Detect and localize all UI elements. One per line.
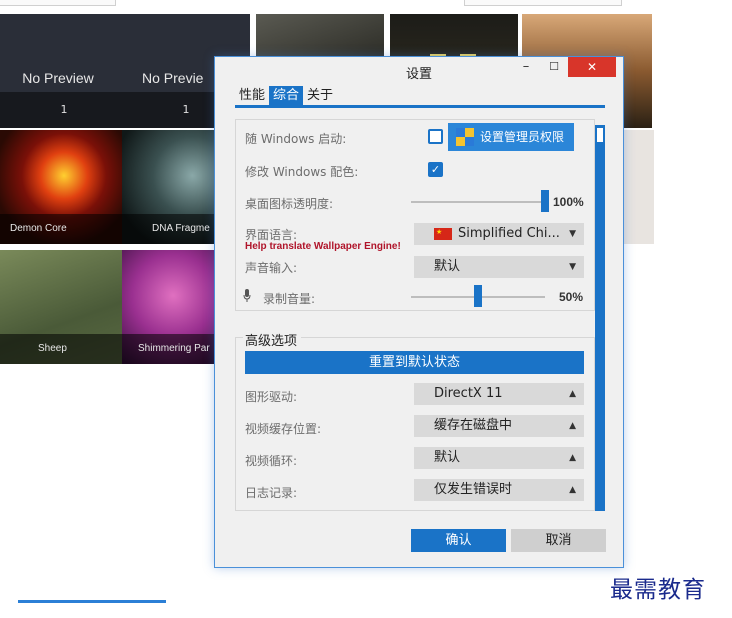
tile-caption: Sheep [0, 334, 128, 364]
loop-value: 默认 [434, 450, 461, 465]
graphics-select[interactable]: DirectX 11 ▲ [414, 383, 584, 405]
log-select[interactable]: 仅发生错误时 ▲ [414, 479, 584, 501]
china-flag-icon: ★ [434, 228, 452, 240]
tab-performance[interactable]: 性能 [235, 86, 269, 106]
bottom-progress-line [18, 600, 166, 603]
audio-input-label: 声音输入: [245, 261, 298, 275]
icon-opacity-track[interactable] [411, 201, 545, 203]
chevron-down-icon: ▼ [569, 262, 576, 272]
wallpaper-tile-no-preview-1[interactable]: No Preview 1 [0, 14, 128, 128]
tile-count: 1 [0, 92, 128, 128]
advanced-section-title: 高级选项 [243, 330, 302, 349]
app-window: No Preview 1 No Previe 1 Demon Core DNA … [0, 0, 732, 618]
record-volume-label: 录制音量: [263, 292, 316, 306]
language-value: Simplified Chi... [458, 226, 560, 241]
cancel-button[interactable]: 取消 [511, 529, 606, 552]
cache-select[interactable]: 缓存在磁盘中 ▲ [414, 415, 584, 437]
icon-opacity-label: 桌面图标透明度: [245, 197, 334, 211]
uac-shield-icon [456, 128, 474, 146]
tab-about[interactable]: 关于 [303, 86, 337, 106]
cache-label: 视频缓存位置: [245, 422, 322, 436]
chevron-up-icon: ▲ [569, 485, 576, 495]
wallpaper-tile-sheep[interactable]: Sheep [0, 250, 128, 364]
icon-opacity-slider-thumb[interactable] [541, 190, 549, 212]
set-admin-button[interactable]: 设置管理员权限 [448, 123, 574, 151]
record-volume-value: 50% [559, 290, 584, 304]
translate-link[interactable]: Help translate Wallpaper Engine! [245, 241, 401, 252]
scrollbar[interactable] [595, 125, 605, 511]
settings-dialog: 设置 – ☐ ✕ 性能 综合 关于 随 Windows 启动: 设置管理员权限 [214, 56, 624, 568]
settings-tabs: 性能 综合 关于 [235, 86, 337, 106]
tile-caption: Demon Core [0, 214, 128, 244]
graphics-value: DirectX 11 [434, 386, 503, 401]
tab-general[interactable]: 综合 [269, 86, 304, 106]
log-label: 日志记录: [245, 486, 298, 500]
top-tab-left[interactable] [0, 0, 116, 6]
color-label: 修改 Windows 配色: [245, 165, 359, 179]
set-admin-label: 设置管理员权限 [480, 130, 565, 144]
loop-label: 视频循环: [245, 454, 298, 468]
dialog-titlebar[interactable]: 设置 – ☐ ✕ [215, 57, 623, 85]
tab-underline [235, 105, 605, 108]
chevron-up-icon: ▲ [569, 389, 576, 399]
cache-value: 缓存在磁盘中 [434, 418, 513, 433]
scrollbar-thumb[interactable] [596, 127, 604, 143]
graphics-label: 图形驱动: [245, 390, 298, 404]
startup-checkbox[interactable] [428, 129, 443, 144]
audio-input-value: 默认 [434, 259, 461, 274]
startup-label: 随 Windows 启动: [245, 132, 347, 146]
ok-button[interactable]: 确认 [411, 529, 506, 552]
record-volume-slider-thumb[interactable] [474, 285, 482, 307]
audio-input-select[interactable]: 默认 ▼ [414, 256, 584, 278]
log-value: 仅发生错误时 [434, 482, 513, 497]
top-tab-right[interactable] [464, 0, 622, 6]
loop-select[interactable]: 默认 ▲ [414, 447, 584, 469]
watermark-text: 最需教育 [610, 577, 706, 603]
maximize-icon[interactable]: ☐ [543, 57, 565, 77]
close-icon[interactable]: ✕ [568, 57, 616, 77]
microphone-icon [243, 289, 251, 302]
icon-opacity-value: 100% [553, 195, 584, 209]
chevron-up-icon: ▲ [569, 421, 576, 431]
wallpaper-tile-dots[interactable] [624, 130, 654, 244]
minimize-icon[interactable]: – [515, 57, 537, 77]
chevron-down-icon: ▼ [569, 229, 576, 239]
wallpaper-tile-demon-core[interactable]: Demon Core [0, 130, 128, 244]
chevron-up-icon: ▲ [569, 453, 576, 463]
tile-title: No Preview [22, 70, 94, 86]
language-select[interactable]: ★ Simplified Chi... ▼ [414, 223, 584, 245]
reset-defaults-button[interactable]: 重置到默认状态 [245, 351, 584, 374]
color-checkbox[interactable]: ✓ [428, 162, 443, 177]
